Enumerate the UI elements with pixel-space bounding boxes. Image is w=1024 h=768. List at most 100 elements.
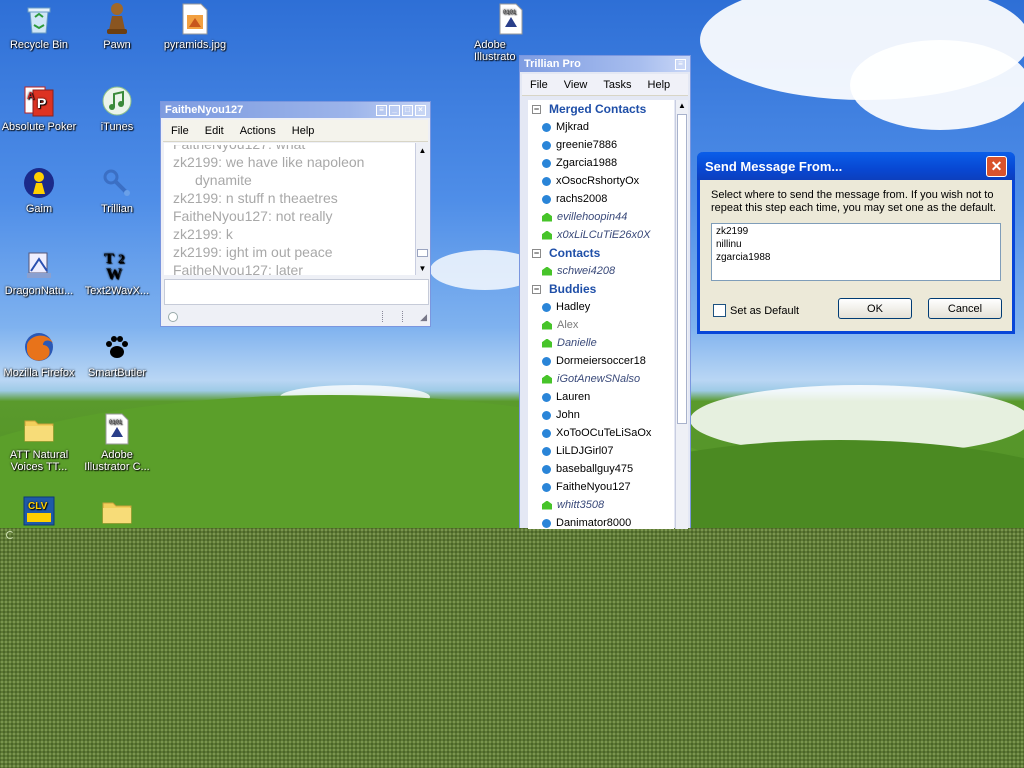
contact-item[interactable]: Mjkrad bbox=[528, 118, 674, 136]
menu-icon[interactable]: ≡ bbox=[376, 104, 387, 116]
status-indicator-icon[interactable] bbox=[168, 311, 178, 322]
contact-item[interactable]: schwei4208 bbox=[528, 262, 674, 280]
scroll-thumb[interactable] bbox=[417, 249, 428, 257]
contact-item[interactable]: Alex bbox=[528, 316, 674, 334]
contact-item[interactable]: Danimator8000 bbox=[528, 514, 674, 529]
contact-item[interactable]: John bbox=[528, 406, 674, 424]
menu-edit[interactable]: Edit bbox=[197, 125, 232, 137]
svg-text:CLV: CLV bbox=[28, 501, 48, 512]
online-status-icon bbox=[542, 158, 551, 168]
contact-item[interactable]: whitt3508 bbox=[528, 496, 674, 514]
contact-item[interactable]: Zgarcia1988 bbox=[528, 154, 674, 172]
contact-item[interactable]: baseballguy475 bbox=[528, 460, 674, 478]
chat-scrollbar[interactable]: ▲ ▼ bbox=[415, 143, 429, 275]
desktop-icon-label: Recycle Bin bbox=[9, 39, 69, 51]
menu-help[interactable]: Help bbox=[284, 125, 323, 137]
desktop-icon-folder[interactable] bbox=[78, 494, 156, 531]
collapse-icon[interactable]: − bbox=[532, 104, 541, 114]
group-buddies[interactable]: − Buddies bbox=[528, 280, 674, 298]
menu-view[interactable]: View bbox=[556, 79, 596, 91]
desktop-icon-pyramids[interactable]: pyramids.jpg bbox=[156, 2, 234, 51]
contact-item[interactable]: Lauren bbox=[528, 388, 674, 406]
contact-name: rachs2008 bbox=[556, 193, 608, 205]
desktop-icon-recycle-bin[interactable]: Recycle Bin bbox=[0, 2, 78, 51]
menu-tasks[interactable]: Tasks bbox=[595, 79, 639, 91]
scroll-thumb[interactable] bbox=[677, 114, 687, 424]
desktop-icon-label: SmartButler bbox=[87, 367, 147, 379]
contact-item[interactable]: rachs2008 bbox=[528, 190, 674, 208]
maximize-icon[interactable]: □ bbox=[402, 104, 413, 116]
menu-actions[interactable]: Actions bbox=[232, 125, 284, 137]
desktop-icon-adobe-illustrator-top[interactable]: 0101 Adobe Illustrato bbox=[468, 2, 546, 63]
scroll-up-icon[interactable]: ▲ bbox=[676, 101, 688, 110]
trillian-title-bar[interactable]: Trillian Pro ≡ bbox=[520, 56, 690, 72]
chat-message: FaitheNyou127: what bbox=[173, 145, 409, 153]
contact-item[interactable]: XoToOCuTeLiSaOx bbox=[528, 424, 674, 442]
desktop-icon-label: Adobe Illustrator C... bbox=[84, 449, 150, 473]
contact-list-scrollbar[interactable]: ▲ bbox=[675, 100, 688, 529]
minimize-icon[interactable]: _ bbox=[389, 104, 400, 116]
chat-message: FaitheNyou127: not really bbox=[173, 208, 333, 224]
chat-status-bar: ◢ bbox=[164, 309, 429, 324]
contact-item[interactable]: Dormeiersoccer18 bbox=[528, 352, 674, 370]
group-contacts[interactable]: − Contacts bbox=[528, 244, 674, 262]
desktop-icon-absolute-poker[interactable]: PA Absolute Poker bbox=[0, 84, 78, 133]
scroll-down-icon[interactable]: ▼ bbox=[416, 264, 429, 273]
set-default-checkbox[interactable] bbox=[713, 304, 726, 317]
close-icon[interactable]: × bbox=[415, 104, 426, 116]
desktop-icon-itunes[interactable]: iTunes bbox=[78, 84, 156, 133]
online-status-icon bbox=[542, 482, 551, 492]
svg-text:0101: 0101 bbox=[503, 10, 517, 16]
close-icon[interactable]: ✕ bbox=[986, 155, 1007, 177]
contact-item[interactable]: Hadley bbox=[528, 298, 674, 316]
account-item[interactable]: zgarcia1988 bbox=[716, 251, 996, 264]
contact-item[interactable]: FaitheNyou127 bbox=[528, 478, 674, 496]
account-item[interactable]: nillinu bbox=[716, 238, 996, 251]
account-item[interactable]: zk2199 bbox=[716, 225, 996, 238]
contact-item[interactable]: Danielle bbox=[528, 334, 674, 352]
desktop-icon-smartbutler[interactable]: SmartButler bbox=[78, 330, 156, 379]
contact-name: FaitheNyou127 bbox=[556, 481, 631, 493]
scroll-up-icon[interactable]: ▲ bbox=[416, 146, 429, 155]
chat-title-bar[interactable]: FaitheNyou127 ≡ _ □ × bbox=[161, 102, 430, 118]
ok-button[interactable]: OK bbox=[838, 298, 912, 319]
desktop-icon-att-natural-voices[interactable]: ATT Natural Voices TT... bbox=[0, 412, 78, 473]
svg-text:T: T bbox=[104, 251, 114, 267]
desktop-icon-text2wav[interactable]: T2W Text2WavX... bbox=[78, 248, 156, 297]
dialog-title-bar[interactable]: Send Message From... ✕ bbox=[697, 152, 1015, 180]
divider bbox=[402, 311, 403, 322]
set-default-option[interactable]: Set as Default bbox=[713, 304, 799, 317]
desktop-icon-clv[interactable]: CLV bbox=[0, 494, 78, 531]
cancel-button[interactable]: Cancel bbox=[928, 298, 1002, 319]
desktop-icon-pawn[interactable]: Pawn bbox=[78, 2, 156, 51]
desktop-icon-dragon[interactable]: DragonNatu... bbox=[0, 248, 78, 297]
dialog-instructions: Select where to send the message from. I… bbox=[711, 189, 996, 214]
desktop-icon-adobe-illustrator[interactable]: 0101 Adobe Illustrator C... bbox=[78, 412, 156, 473]
group-merged-contacts[interactable]: − Merged Contacts bbox=[528, 100, 674, 118]
menu-file[interactable]: File bbox=[522, 79, 556, 91]
contact-name: Mjkrad bbox=[556, 121, 590, 133]
contact-item[interactable]: iGotAnewSNalso bbox=[528, 370, 674, 388]
contact-item[interactable]: evillehoopin44 bbox=[528, 208, 674, 226]
desktop-icon-gaim[interactable]: Gaim bbox=[0, 166, 78, 215]
contact-item[interactable]: xOsocRshortyOx bbox=[528, 172, 674, 190]
desktop-icon-trillian[interactable]: Trillian bbox=[78, 166, 156, 215]
send-message-from-dialog: Send Message From... ✕ Select where to s… bbox=[697, 152, 1015, 334]
online-status-icon bbox=[542, 518, 551, 528]
resize-grip-icon[interactable]: ◢ bbox=[420, 312, 427, 323]
menu-icon[interactable]: ≡ bbox=[675, 58, 686, 70]
account-list[interactable]: zk2199 nillinu zgarcia1988 bbox=[711, 223, 1001, 281]
desktop-icon-firefox[interactable]: Mozilla Firefox bbox=[0, 330, 78, 379]
menu-help[interactable]: Help bbox=[640, 79, 679, 91]
online-status-icon bbox=[542, 446, 551, 456]
contact-item[interactable]: greenie7886 bbox=[528, 136, 674, 154]
collapse-icon[interactable]: − bbox=[532, 248, 541, 258]
contact-item[interactable]: LiLDJGirl07 bbox=[528, 442, 674, 460]
contact-item[interactable]: x0xLiLCuTiE26x0X bbox=[528, 226, 674, 244]
dragon-icon bbox=[22, 248, 56, 282]
chat-message-input[interactable] bbox=[164, 279, 429, 305]
collapse-icon[interactable]: − bbox=[532, 284, 541, 294]
menu-file[interactable]: File bbox=[163, 125, 197, 137]
contact-name: XoToOCuTeLiSaOx bbox=[556, 427, 652, 439]
desktop-icon-label: iTunes bbox=[100, 121, 134, 133]
